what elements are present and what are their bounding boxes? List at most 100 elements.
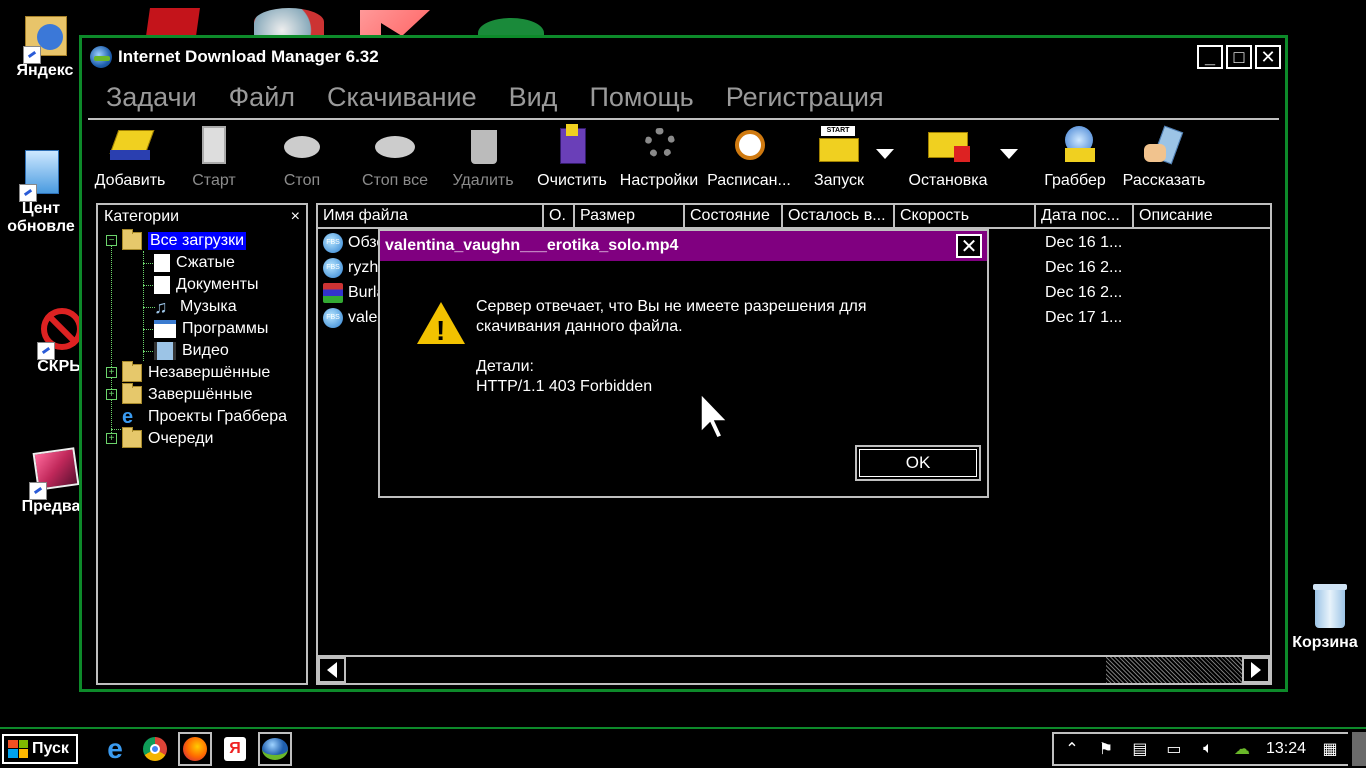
firefox-logo-icon [183,736,207,761]
desktop-icon-partial-k[interactable] [360,10,430,36]
video-file-icon: FBS [323,233,343,253]
show-hidden-icons-icon[interactable]: ⌃ [1062,740,1082,758]
scroll-track[interactable] [346,657,1242,683]
clock[interactable]: 13:24 [1266,740,1306,758]
tell-friend-label: Рассказать [1122,172,1206,189]
column-last-date[interactable]: Дата пос... [1036,205,1134,227]
column-status[interactable]: Состояние [685,205,783,227]
menu-view[interactable]: Вид [509,82,558,113]
column-size[interactable]: Размер [575,205,685,227]
mouse-cursor-icon [700,392,729,439]
column-q[interactable]: О. [544,205,575,227]
tell-friend-button[interactable]: Рассказать [1122,124,1206,190]
scheduler-button[interactable]: Расписан... [707,124,791,190]
category-label: Документы [176,276,259,293]
dialog-close-button[interactable]: ✕ [956,234,982,258]
ok-button[interactable]: OK [855,445,981,481]
column-description[interactable]: Описание [1134,205,1270,227]
delete-button[interactable]: Удалить [448,124,518,190]
category-queues[interactable]: Очереди [122,427,213,450]
taskbar-ie[interactable]: e [98,732,132,766]
settings-button[interactable]: Настройки [620,124,698,190]
add-url-button[interactable]: Добавить [94,124,166,190]
taskbar-yandex[interactable]: Я [218,732,252,766]
network-status-icon[interactable]: ☁ [1232,740,1252,758]
music-note-icon: ♫ [154,297,168,317]
show-desktop-button[interactable] [1352,731,1366,766]
grabber-button[interactable]: Граббер [1040,124,1110,190]
scroll-left-arrow-icon[interactable] [318,657,346,683]
stop-queue-button[interactable]: Остановка [908,124,988,190]
desktop-icon-partial-acrobat[interactable] [146,8,200,36]
start-queue-dropdown-arrow-icon[interactable] [876,149,894,159]
stop-button[interactable]: Стоп [272,124,332,190]
taskbar-chrome[interactable] [138,732,172,766]
categories-close-icon[interactable]: × [291,208,300,226]
column-headers: Имя файла О. Размер Состояние Осталось в… [318,205,1270,229]
dialog-title-bar[interactable]: valentina_vaughn___erotika_solo.mp4 ✕ [380,231,987,261]
start-queue-label: Запуск [813,172,865,189]
chrome-logo-icon [143,736,167,761]
ie-logo-icon: e [122,406,134,428]
close-button[interactable]: ✕ [1255,44,1281,69]
start-button[interactable]: Старт [184,124,244,190]
clean-icon [548,124,596,166]
gear-icon [635,124,683,166]
clean-button[interactable]: Очистить [534,124,610,190]
start-button[interactable]: Пуск [2,733,78,764]
desktop-icon-yandex[interactable]: Яндекс [0,10,90,80]
action-center-flag-icon[interactable]: ⚑ [1096,740,1116,758]
menu-registration[interactable]: Регистрация [726,82,884,113]
categories-title: Категории [104,207,180,225]
category-documents[interactable]: Документы [154,274,258,296]
network-icon[interactable]: ▭ [1164,740,1184,758]
category-all-downloads[interactable]: Все загрузки [122,229,247,252]
column-time-left[interactable]: Осталось в... [783,205,895,227]
menu-tasks[interactable]: Задачи [106,82,197,113]
stop-queue-dropdown-arrow-icon[interactable] [1000,149,1018,159]
delete-label: Удалить [452,172,514,189]
category-finished[interactable]: Завершённые [122,383,252,406]
expand-finished-icon[interactable]: + [106,389,117,400]
desktop-icon-recycle-bin[interactable]: Корзина [1280,582,1366,652]
no-entry-icon [35,306,83,360]
language-icon[interactable]: ▦ [1320,740,1340,758]
grabber-label: Граббер [1044,172,1106,189]
safely-remove-icon[interactable]: ▤ [1130,740,1150,758]
column-filename[interactable]: Имя файла [318,205,544,227]
volume-icon[interactable]: 🔈︎ [1198,740,1218,758]
collapse-all-downloads-icon[interactable]: − [106,235,117,246]
column-speed[interactable]: Скорость [895,205,1036,227]
category-video[interactable]: Видео [154,340,229,362]
category-label: Все загрузки [148,232,247,250]
expand-queues-icon[interactable]: + [106,433,117,444]
category-label: Программы [182,320,269,337]
category-unfinished[interactable]: Незавершённые [122,361,270,384]
system-tray: ⌃ ⚑ ▤ ▭ 🔈︎ ☁ 13:24 ▦ [1051,731,1348,766]
menu-downloads[interactable]: Скачивание [327,82,477,113]
desktop-icon-update-center[interactable]: Цент обновле [0,148,86,236]
taskbar-idm[interactable] [258,731,292,766]
minimize-button[interactable]: _ [1197,44,1223,69]
category-programs[interactable]: Программы [154,318,268,340]
start-queue-button[interactable]: START Запуск [804,124,874,190]
taskbar-firefox[interactable] [178,731,212,766]
menu-file[interactable]: Файл [229,82,295,113]
title-bar[interactable]: Internet Download Manager 6.32 _ □ ✕ [82,38,1285,76]
idm-logo-icon [262,737,288,760]
category-compressed[interactable]: Сжатые [154,252,235,274]
scroll-right-arrow-icon[interactable] [1242,657,1270,683]
category-grabber-projects[interactable]: e Проекты Граббера [122,406,287,428]
maximize-button[interactable]: □ [1226,44,1252,69]
recycle-bin-icon [1301,582,1349,630]
desktop-icon-label: Цент обновле [7,200,75,235]
desktop-icon-partial-media[interactable] [254,8,324,36]
category-music[interactable]: ♫ Музыка [154,296,237,318]
horizontal-scrollbar[interactable] [318,655,1270,683]
idm-app-icon [90,45,112,68]
expand-unfinished-icon[interactable]: + [106,367,117,378]
video-file-icon: FBS [323,308,343,328]
stop-all-button[interactable]: Стоп все [360,124,430,190]
desktop-icon-label: Яндекс [16,62,74,79]
menu-help[interactable]: Помощь [589,82,693,113]
